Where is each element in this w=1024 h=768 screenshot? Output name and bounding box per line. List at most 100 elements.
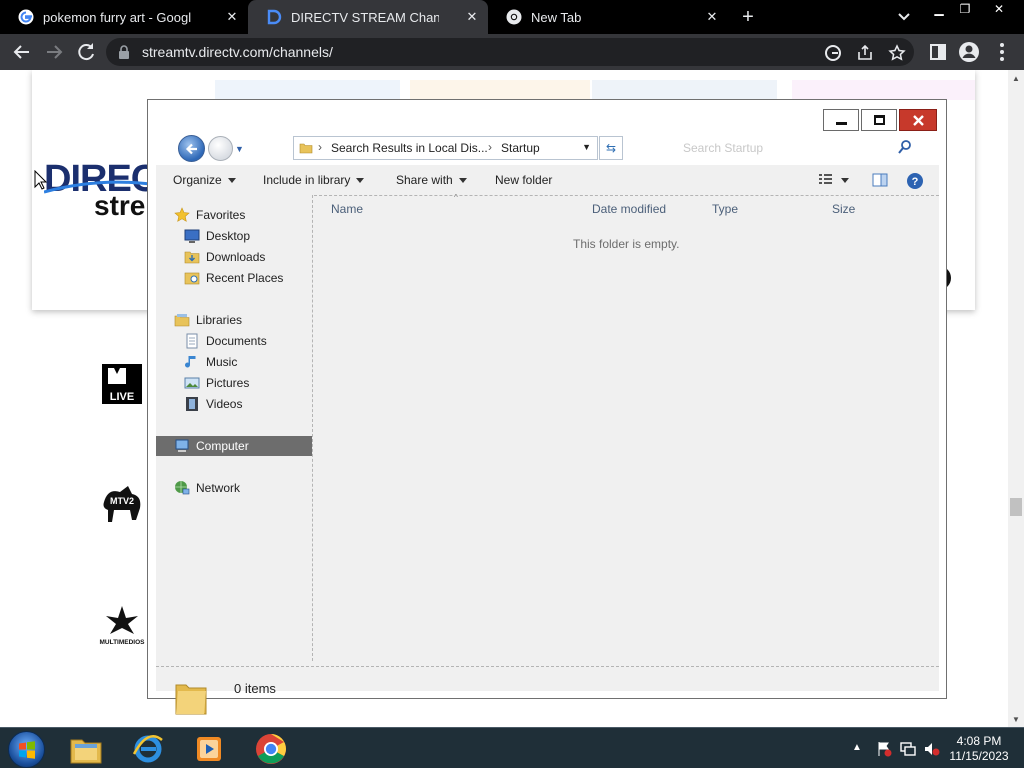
media-player-icon[interactable] [192,732,226,766]
address-bar[interactable]: streamtv.directv.com/channels/ [106,38,914,66]
header-gradient-band [215,80,400,100]
column-header-type[interactable]: Type [712,202,738,216]
star-icon [174,207,190,222]
nav-pictures[interactable]: Pictures [184,373,249,393]
close-tab-icon[interactable]: ✕ [224,9,240,25]
nav-videos[interactable]: Videos [184,394,242,414]
nav-documents[interactable]: Documents [184,331,267,351]
navigation-pane: Favorites Desktop Downloads Recent Place… [156,195,313,661]
nav-network[interactable]: Network [174,478,240,498]
forward-arrow-icon[interactable] [42,40,66,64]
google-icon [18,9,34,25]
minimize-icon [836,122,847,125]
column-header-size[interactable]: Size [832,202,855,216]
nav-desktop[interactable]: Desktop [184,226,250,246]
nav-recent-places[interactable]: Recent Places [184,268,283,288]
column-header-name[interactable]: Name [331,202,363,216]
system-clock[interactable]: 4:08 PM 11/15/2023 [944,734,1014,764]
header-gradient-band [792,80,975,100]
windows-explorer-icon[interactable] [69,732,103,766]
documents-icon [186,333,198,349]
share-icon[interactable] [856,44,874,62]
clock-date: 11/15/2023 [949,749,1009,763]
maximize-button[interactable] [861,109,897,131]
tab-directv[interactable]: DIRECTV STREAM Channel Lineu ✕ [248,0,488,34]
bookmark-star-icon[interactable] [888,44,906,62]
volume-muted-icon[interactable] [924,741,940,757]
recent-pages-dropdown-icon[interactable]: ▼ [235,144,244,154]
kebab-menu-icon[interactable] [990,40,1014,64]
new-tab-button[interactable]: + [736,5,760,29]
explorer-address-bar[interactable]: › Search Results in Local Dis... › Start… [293,136,598,160]
tab-new-tab[interactable]: New Tab ✕ [488,0,728,34]
breadcrumb-separator-icon[interactable]: › [488,140,492,154]
tab-title: New Tab [531,9,582,25]
back-arrow-icon[interactable] [10,40,34,64]
svg-text:MTV2: MTV2 [110,496,134,506]
include-in-library-menu[interactable]: Include in library [263,173,365,187]
include-in-library-label: Include in library [263,173,351,187]
minimize-button[interactable] [823,109,859,131]
mtv2-logo-icon: MTV2 [103,486,141,522]
search-input[interactable]: Search Startup [683,141,763,155]
explorer-search-box[interactable]: Search Startup [676,136,919,160]
breadcrumb-search-results[interactable]: Search Results in Local Dis... [331,141,488,155]
explorer-window: ▼ › Search Results in Local Dis... › Sta… [147,99,947,715]
nav-downloads[interactable]: Downloads [184,247,265,267]
show-hidden-icons-arrow-icon[interactable]: ▲ [852,742,862,753]
forward-button[interactable] [208,136,233,161]
svg-text:MULTIMEDIOS: MULTIMEDIOS [99,639,145,646]
pictures-icon [184,377,200,389]
clock-time: 4:08 PM [956,734,1002,748]
preview-pane-icon[interactable] [872,172,888,188]
address-dropdown-icon[interactable]: ▼ [582,142,591,152]
tab-search-icon[interactable] [894,8,914,26]
breadcrumb-separator-icon: › [318,140,322,154]
page-scrollbar[interactable]: ▲ ▼ [1008,70,1024,727]
folder-icon [175,684,207,715]
close-tab-icon[interactable]: ✕ [704,9,720,25]
restore-window-icon[interactable]: ❐ [950,0,980,18]
share-with-menu[interactable]: Share with [396,173,467,187]
recent-places-icon [184,272,200,285]
channel-logo-mtv-live[interactable]: LIVE [98,360,146,408]
profile-avatar-icon[interactable] [957,40,981,64]
nav-label: Recent Places [206,271,284,285]
videos-filmstrip-icon [186,397,198,411]
nav-libraries[interactable]: Libraries [174,310,242,330]
organize-menu[interactable]: Organize [173,173,236,187]
close-tab-icon[interactable]: ✕ [464,9,480,25]
nav-computer[interactable]: Computer [156,436,312,456]
scroll-up-arrow-icon[interactable]: ▲ [1011,74,1021,83]
view-options-icon[interactable] [818,172,834,186]
breadcrumb-startup[interactable]: Startup [501,141,540,155]
start-button[interactable] [8,731,45,768]
explorer-address-row: ▼ › Search Results in Local Dis... › Sta… [156,131,939,165]
channel-logo-mtv2[interactable]: MTV2 [98,480,146,528]
lock-icon[interactable] [118,45,130,59]
view-dropdown-button[interactable] [841,173,849,187]
new-folder-button[interactable]: New folder [495,173,552,187]
close-window-icon[interactable]: ✕ [984,0,1014,18]
refresh-button[interactable]: ⇆ [599,136,623,160]
nav-favorites[interactable]: Favorites [174,205,245,225]
tab-google-search[interactable]: pokemon furry art - Google Sear ✕ [0,0,248,34]
close-button[interactable] [899,109,937,131]
nav-music[interactable]: Music [184,352,237,372]
help-icon[interactable]: ? [906,172,924,190]
search-icon[interactable] [898,139,912,155]
scrollbar-thumb[interactable] [1010,498,1022,516]
network-status-icon[interactable] [900,741,916,757]
internet-explorer-icon[interactable] [131,732,165,766]
side-panel-icon[interactable] [926,40,950,64]
scroll-down-arrow-icon[interactable]: ▼ [1011,715,1021,724]
back-button[interactable] [178,135,205,162]
reload-icon[interactable] [74,40,98,64]
google-lens-icon[interactable] [824,44,842,62]
column-header-date-modified[interactable]: Date modified [592,202,666,216]
windows-logo-icon [19,741,35,759]
action-center-flag-icon[interactable] [876,741,892,757]
multimedios-logo-icon: MULTIMEDIOS [99,606,145,646]
channel-logo-multimedios[interactable]: MULTIMEDIOS [96,600,148,648]
google-chrome-icon[interactable] [254,732,288,766]
